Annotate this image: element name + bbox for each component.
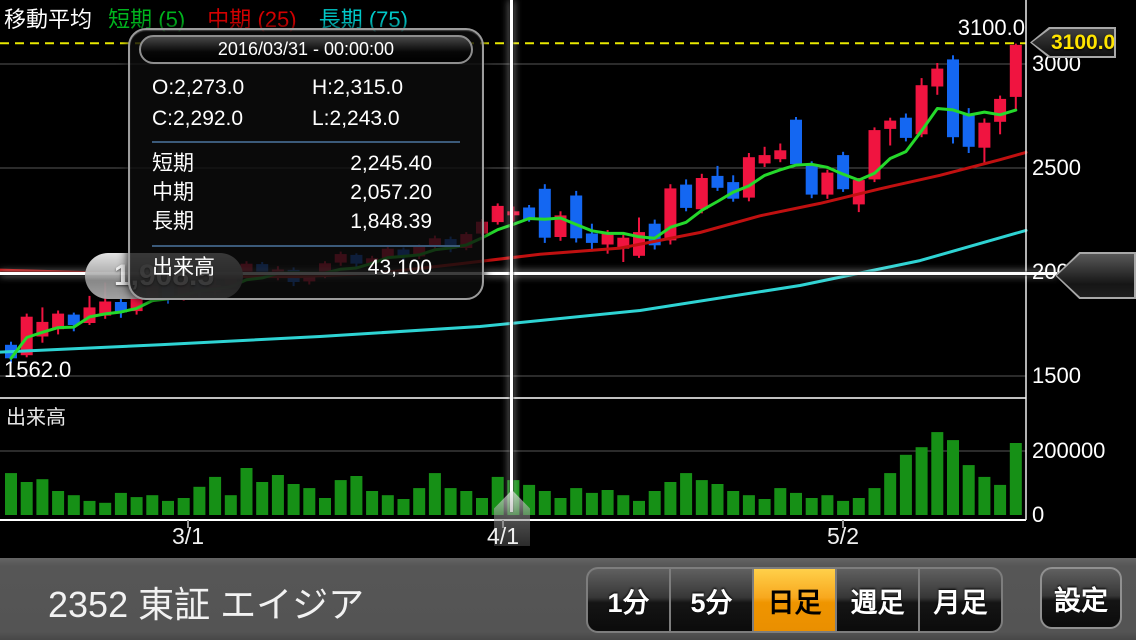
ohlc-tooltip: 2016/03/31 - 00:00:00 O:2,273.0 H:2,315.… — [128, 28, 484, 300]
timeframe-button-日足[interactable]: 日足 — [754, 569, 835, 631]
ma-short-label: 短期 — [152, 149, 194, 178]
bottom-toolbar: 2352 東証 エイジア 1分5分日足週足月足 設定 — [0, 558, 1136, 640]
high-price-tag[interactable]: 3100.0 — [1030, 27, 1116, 58]
ma-mid-value: 2,057.20 — [350, 178, 432, 207]
ma-mid-label: 中期 — [152, 178, 194, 207]
volume-value: 43,100 — [368, 253, 432, 282]
stock-name: エイジア — [220, 584, 364, 625]
timeframe-button-週足[interactable]: 週足 — [837, 569, 918, 631]
tooltip-date: 2016/03/31 - 00:00:00 — [139, 35, 473, 64]
tooltip-divider — [152, 141, 460, 143]
tooltip-ma-long-row: 長期 1,848.39 — [152, 207, 460, 236]
tooltip-divider — [152, 245, 460, 247]
timeframe-segmented-control: 1分5分日足週足月足 — [586, 567, 1003, 633]
ma-long-value: 1,848.39 — [350, 207, 432, 236]
settings-button[interactable]: 設定 — [1040, 567, 1122, 629]
crosshair-vertical-line[interactable] — [510, 0, 513, 512]
stock-title: 2352 東証 エイジア — [48, 576, 364, 628]
tooltip-low: L:2,243.0 — [312, 105, 460, 132]
ma-short-value: 2,245.40 — [350, 149, 432, 178]
tooltip-close: C:2,292.0 — [152, 105, 312, 132]
timeframe-button-1分[interactable]: 1分 — [588, 569, 669, 631]
tooltip-ohlc: O:2,273.0 H:2,315.0 C:2,292.0 L:2,243.0 — [152, 74, 460, 132]
volume-label: 出来高 — [152, 253, 215, 282]
stock-code: 2352 — [48, 584, 128, 625]
tooltip-ma-mid-row: 中期 2,057.20 — [152, 178, 460, 207]
crosshair-horizontal-handle[interactable] — [1055, 252, 1136, 299]
tooltip-ma-short-row: 短期 2,245.40 — [152, 149, 460, 178]
tag-face — [1057, 254, 1134, 297]
legend-title: 移動平均 — [4, 7, 92, 32]
stock-chart-app: 移動平均 短期 (5) 中期 (25) 長期 (75) 3100.0 1562.… — [0, 0, 1136, 640]
tooltip-high: H:2,315.0 — [312, 74, 460, 101]
timeframe-button-5分[interactable]: 5分 — [671, 569, 752, 631]
ma-long-label: 長期 — [152, 207, 194, 236]
tooltip-open: O:2,273.0 — [152, 74, 312, 101]
volume-pane-label: 出来高 — [6, 401, 66, 430]
chart-low-label: 1562.0 — [4, 357, 71, 383]
tooltip-body: O:2,273.0 H:2,315.0 C:2,292.0 L:2,243.0 … — [130, 64, 482, 282]
tooltip-volume-row: 出来高 43,100 — [152, 253, 460, 282]
timeframe-button-月足[interactable]: 月足 — [920, 569, 1001, 631]
stock-exchange: 東証 — [138, 584, 210, 625]
chart-high-label: 3100.0 — [935, 15, 1025, 41]
